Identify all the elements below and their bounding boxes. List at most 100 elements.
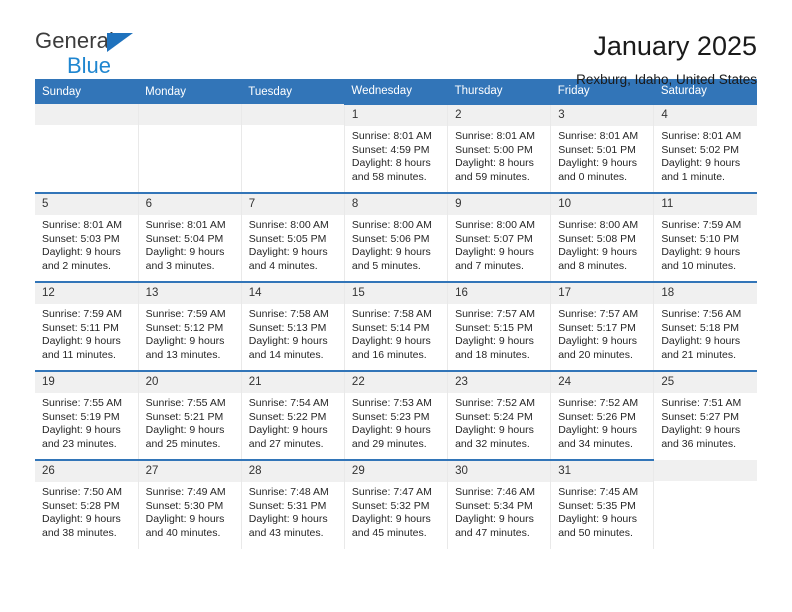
sunset-text: Sunset: 5:22 PM — [248, 410, 327, 423]
day-details: Sunrise: 7:57 AM Sunset: 5:17 PM Daylight:… — [551, 304, 653, 362]
day-details: Sunrise: 8:01 AM Sunset: 5:04 PM Daylight:… — [139, 215, 241, 273]
calendar-day-cell[interactable]: 4 Sunrise: 8:01 AM Sunset: 5:02 PM Daylight… — [653, 103, 757, 193]
calendar-day-cell[interactable]: 15 Sunrise: 7:58 AM Sunset: 5:14 PM Dayligh… — [344, 281, 449, 371]
calendar-day-cell[interactable]: 11 Sunrise: 7:59 AM Sunset: 5:10 PM Dayligh… — [653, 192, 757, 282]
daylight-text-line2: and 23 minutes. — [42, 437, 117, 450]
day-details: Sunrise: 8:01 AM Sunset: 5:01 PM Daylight:… — [551, 126, 653, 184]
daylight-text-line1: Daylight: 9 hours — [42, 513, 121, 526]
calendar-day-cell[interactable]: 13 Sunrise: 7:59 AM Sunset: 5:12 PM Dayligh… — [138, 281, 242, 371]
sunset-text: Sunset: 4:59 PM — [351, 143, 430, 156]
sunrise-text: Sunrise: 7:57 AM — [558, 308, 639, 320]
day-details: Sunrise: 7:55 AM Sunset: 5:19 PM Daylight:… — [35, 393, 138, 451]
daylight-text-line1: Daylight: 9 hours — [558, 157, 637, 170]
sunrise-text: Sunrise: 8:01 AM — [558, 130, 639, 142]
calendar-day-cell[interactable]: 12 Sunrise: 7:59 AM Sunset: 5:11 PM Dayligh… — [35, 281, 139, 371]
daylight-text-line2: and 36 minutes. — [661, 437, 737, 450]
daylight-text-line2: and 58 minutes. — [351, 170, 427, 183]
day-number: 5 — [35, 194, 138, 215]
day-details: Sunrise: 7:55 AM Sunset: 5:21 PM Daylight:… — [139, 393, 241, 451]
daylight-text-line2: and 25 minutes. — [145, 437, 221, 450]
calendar-day-cell[interactable]: 10 Sunrise: 8:00 AM Sunset: 5:08 PM Dayligh… — [550, 192, 655, 282]
day-number: 10 — [551, 194, 654, 215]
calendar-day-cell[interactable]: 1 Sunrise: 8:01 AM Sunset: 4:59 PM Daylight… — [344, 103, 449, 193]
calendar-day-cell[interactable]: 26 Sunrise: 7:50 AM Sunset: 5:28 PM Dayligh… — [35, 459, 139, 549]
day-number: 15 — [344, 283, 448, 304]
daylight-text-line1: Daylight: 9 hours — [145, 513, 225, 526]
calendar-day-cell[interactable]: 30 Sunrise: 7:46 AM Sunset: 5:34 PM Dayligh… — [447, 459, 552, 549]
day-number: 24 — [551, 372, 654, 393]
calendar-day-cell[interactable]: 3 Sunrise: 8:01 AM Sunset: 5:01 PM Daylight… — [550, 103, 655, 193]
weekday-header-monday: Monday — [138, 79, 242, 104]
title-block: January 2025 Rexburg, Idaho, United Stat… — [576, 28, 757, 90]
daylight-text-line1: Daylight: 9 hours — [661, 335, 741, 348]
daylight-text-line2: and 16 minutes. — [351, 348, 427, 361]
calendar-day-cell[interactable]: 29 Sunrise: 7:47 AM Sunset: 5:32 PM Dayligh… — [344, 459, 449, 549]
day-number: 30 — [448, 461, 551, 482]
calendar-day-cell[interactable]: 2 Sunrise: 8:01 AM Sunset: 5:00 PM Daylight… — [447, 103, 552, 193]
day-details: Sunrise: 7:53 AM Sunset: 5:23 PM Daylight:… — [345, 393, 447, 451]
daylight-text-line1: Daylight: 9 hours — [42, 335, 121, 348]
day-number: 21 — [241, 372, 344, 393]
calendar-day-cell[interactable]: 21 Sunrise: 7:54 AM Sunset: 5:22 PM Dayligh… — [241, 370, 345, 460]
sunset-text: Sunset: 5:15 PM — [455, 321, 533, 334]
daylight-text-line2: and 38 minutes. — [42, 526, 117, 539]
calendar-day-cell[interactable]: 19 Sunrise: 7:55 AM Sunset: 5:19 PM Dayligh… — [35, 370, 139, 460]
calendar-day-cell[interactable]: 16 Sunrise: 7:57 AM Sunset: 5:15 PM Dayligh… — [447, 281, 552, 371]
day-number: 8 — [344, 194, 448, 215]
day-number: 22 — [344, 372, 448, 393]
weekday-header-tuesday: Tuesday — [241, 79, 345, 104]
calendar-week-row: 19 Sunrise: 7:55 AM Sunset: 5:19 PM Dayligh… — [35, 370, 757, 460]
calendar-cell-empty — [35, 104, 139, 193]
daylight-text-line1: Daylight: 9 hours — [558, 246, 637, 259]
daylight-text-line1: Daylight: 9 hours — [455, 513, 534, 526]
day-number — [654, 460, 757, 481]
weekday-header-wednesday: Wednesday — [344, 79, 448, 104]
day-details: Sunrise: 8:00 AM Sunset: 5:08 PM Daylight:… — [551, 215, 653, 273]
day-details: Sunrise: 7:46 AM Sunset: 5:34 PM Daylight:… — [448, 482, 550, 540]
sunrise-text: Sunrise: 8:00 AM — [248, 219, 329, 231]
calendar-day-cell[interactable]: 8 Sunrise: 8:00 AM Sunset: 5:06 PM Daylight… — [344, 192, 449, 282]
calendar-day-cell[interactable]: 23 Sunrise: 7:52 AM Sunset: 5:24 PM Dayligh… — [447, 370, 552, 460]
general-blue-logo[interactable]: General Blue — [35, 28, 175, 80]
day-details: Sunrise: 7:48 AM Sunset: 5:31 PM Daylight:… — [242, 482, 344, 540]
calendar-day-cell[interactable]: 22 Sunrise: 7:53 AM Sunset: 5:23 PM Dayligh… — [344, 370, 449, 460]
daylight-text-line2: and 32 minutes. — [455, 437, 530, 450]
sunrise-text: Sunrise: 7:55 AM — [42, 397, 122, 409]
calendar-day-cell[interactable]: 7 Sunrise: 8:00 AM Sunset: 5:05 PM Daylight… — [241, 192, 345, 282]
daylight-text-line1: Daylight: 9 hours — [351, 335, 431, 348]
sunset-text: Sunset: 5:06 PM — [351, 232, 430, 245]
day-details: Sunrise: 8:01 AM Sunset: 5:02 PM Daylight:… — [654, 126, 757, 184]
day-details: Sunrise: 7:54 AM Sunset: 5:22 PM Daylight:… — [242, 393, 344, 451]
daylight-text-line1: Daylight: 9 hours — [42, 424, 121, 437]
day-number — [35, 104, 138, 125]
sunrise-text: Sunrise: 7:51 AM — [661, 397, 742, 409]
page-title: January 2025 — [593, 31, 757, 61]
day-number: 28 — [241, 461, 344, 482]
sunrise-text: Sunrise: 7:49 AM — [145, 486, 226, 498]
calendar-day-cell[interactable]: 17 Sunrise: 7:57 AM Sunset: 5:17 PM Dayligh… — [550, 281, 655, 371]
calendar-day-cell[interactable]: 25 Sunrise: 7:51 AM Sunset: 5:27 PM Dayligh… — [653, 370, 757, 460]
calendar-day-cell[interactable]: 31 Sunrise: 7:45 AM Sunset: 5:35 PM Dayligh… — [550, 459, 655, 549]
sunset-text: Sunset: 5:04 PM — [145, 232, 224, 245]
calendar-day-cell[interactable]: 6 Sunrise: 8:01 AM Sunset: 5:04 PM Daylight… — [138, 192, 242, 282]
calendar-day-cell[interactable]: 9 Sunrise: 8:00 AM Sunset: 5:07 PM Daylight… — [447, 192, 552, 282]
calendar-day-cell[interactable]: 28 Sunrise: 7:48 AM Sunset: 5:31 PM Dayligh… — [241, 459, 345, 549]
calendar-day-cell[interactable]: 18 Sunrise: 7:56 AM Sunset: 5:18 PM Dayligh… — [653, 281, 757, 371]
day-number: 20 — [138, 372, 241, 393]
calendar-day-cell[interactable]: 14 Sunrise: 7:58 AM Sunset: 5:13 PM Dayligh… — [241, 281, 345, 371]
daylight-text-line2: and 5 minutes. — [351, 259, 421, 272]
calendar-day-cell[interactable]: 27 Sunrise: 7:49 AM Sunset: 5:30 PM Dayligh… — [138, 459, 242, 549]
daylight-text-line2: and 59 minutes. — [455, 170, 530, 183]
daylight-text-line1: Daylight: 9 hours — [351, 424, 431, 437]
sunset-text: Sunset: 5:28 PM — [42, 499, 120, 512]
daylight-text-line1: Daylight: 9 hours — [558, 424, 637, 437]
calendar-day-cell[interactable]: 24 Sunrise: 7:52 AM Sunset: 5:26 PM Dayligh… — [550, 370, 655, 460]
sunrise-text: Sunrise: 7:52 AM — [455, 397, 536, 409]
sunrise-text: Sunrise: 8:00 AM — [351, 219, 432, 231]
sunset-text: Sunset: 5:31 PM — [248, 499, 327, 512]
day-number — [138, 104, 241, 125]
calendar-day-cell[interactable]: 5 Sunrise: 8:01 AM Sunset: 5:03 PM Daylight… — [35, 192, 139, 282]
day-number: 19 — [35, 372, 138, 393]
calendar-day-cell[interactable]: 20 Sunrise: 7:55 AM Sunset: 5:21 PM Dayligh… — [138, 370, 242, 460]
day-details: Sunrise: 8:00 AM Sunset: 5:06 PM Daylight:… — [345, 215, 447, 273]
